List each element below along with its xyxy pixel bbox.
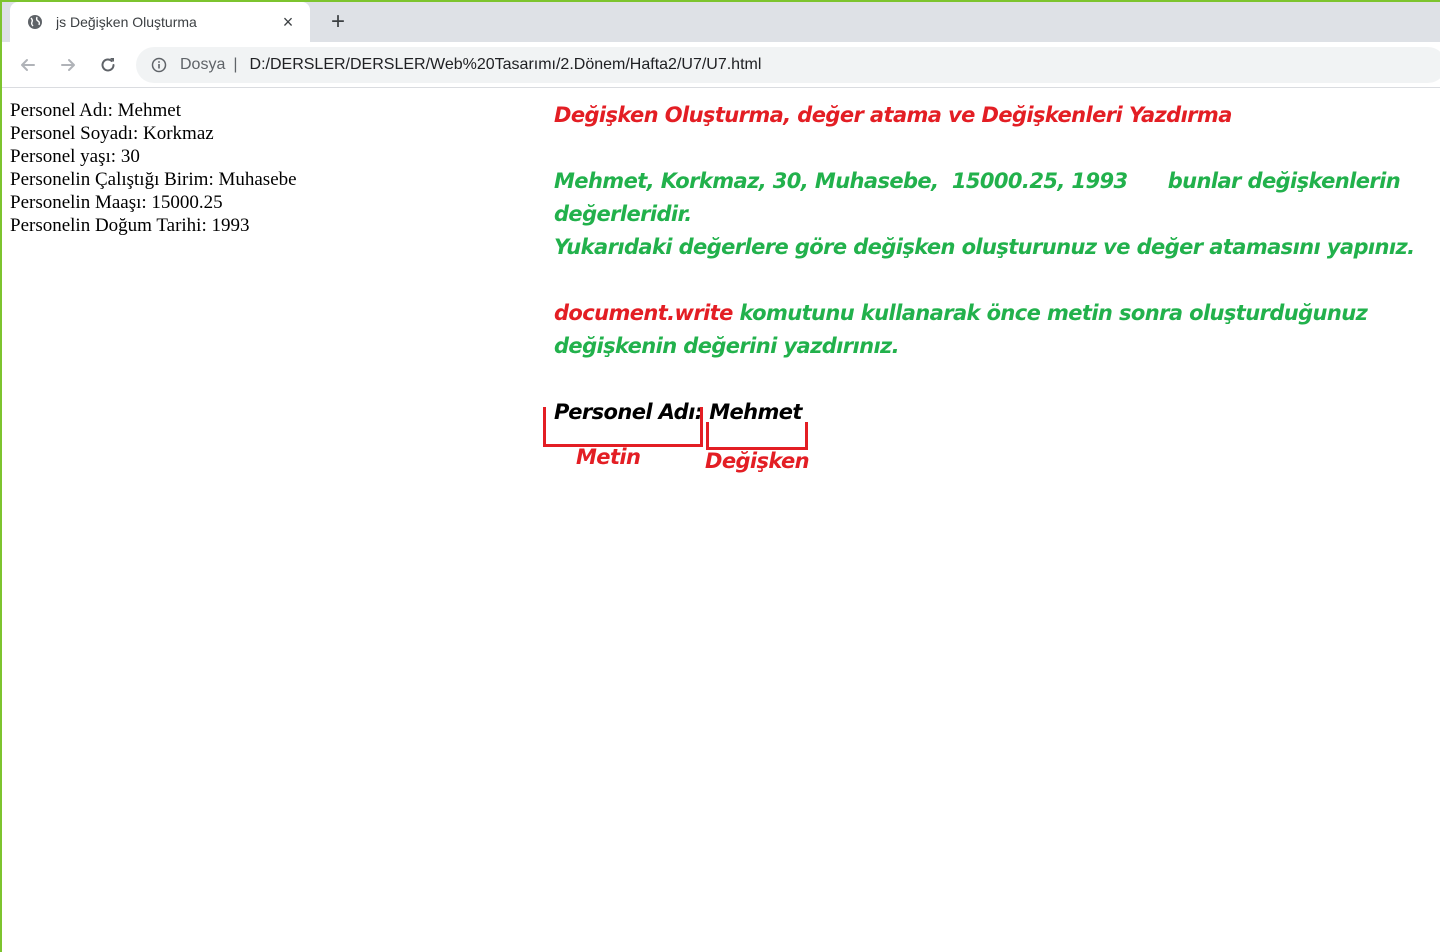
url-separator: | <box>233 56 238 73</box>
command-keyword: document.write <box>554 301 733 325</box>
document-output: Personel Adı: Mehmet Personel Soyadı: Ko… <box>10 99 297 237</box>
info-icon[interactable] <box>150 56 168 74</box>
example-variable-part: Mehmet <box>709 400 802 424</box>
scheme-label: Dosya <box>180 56 226 73</box>
text-bracket <box>543 407 703 447</box>
forward-icon[interactable] <box>54 51 82 79</box>
task-line: Yukarıdaki değerlere göre değişken oluşt… <box>554 235 1415 259</box>
reload-icon[interactable] <box>94 51 122 79</box>
url-text[interactable]: D:/DERSLER/DERSLER/Web%20Tasarımı/2.Döne… <box>250 56 762 74</box>
variable-bracket <box>706 422 808 450</box>
close-tab-icon[interactable]: × <box>278 12 298 32</box>
page-content: Personel Adı: Mehmet Personel Soyadı: Ko… <box>2 89 1440 952</box>
tab-strip: js Değişken Oluşturma × + <box>2 2 1440 42</box>
globe-icon <box>26 13 44 31</box>
output-line: Personelin Doğum Tarihi: 1993 <box>10 215 250 236</box>
address-bar[interactable]: Dosya | D:/DERSLER/DERSLER/Web%20Tasarım… <box>136 47 1440 83</box>
output-line: Personelin Çalıştığı Birim: Muhasebe <box>10 169 297 190</box>
instruction-panel: Değişken Oluşturma, değer atama ve Değiş… <box>554 99 1434 429</box>
browser-toolbar: Dosya | D:/DERSLER/DERSLER/Web%20Tasarım… <box>2 42 1440 88</box>
command-line: document.write komutunu kullanarak önce … <box>554 297 1434 363</box>
values-line: Mehmet, Korkmaz, 30, Muhasebe, 15000.25,… <box>554 169 1407 226</box>
output-line: Personel yaşı: 30 <box>10 146 140 167</box>
output-line: Personel Adı: Mehmet <box>10 100 181 121</box>
tab-title: js Değişken Oluşturma <box>56 14 197 30</box>
instruction-title: Değişken Oluşturma, değer atama ve Değiş… <box>554 103 1232 127</box>
output-line: Personel Soyadı: Korkmaz <box>10 123 214 144</box>
back-icon[interactable] <box>14 51 42 79</box>
output-line: Personelin Maaşı: 15000.25 <box>10 192 223 213</box>
text-annotation-label: Metin <box>576 445 641 469</box>
new-tab-button[interactable]: + <box>324 8 352 36</box>
tab-active[interactable]: js Değişken Oluşturma × <box>10 2 310 42</box>
variable-annotation-label: Değişken <box>705 449 810 473</box>
